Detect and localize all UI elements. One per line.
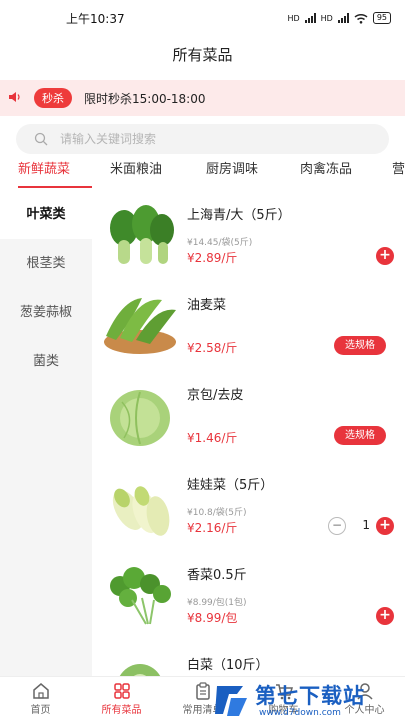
product-item[interactable]: 油麦菜 ¥2.58/斤 选规格 bbox=[92, 280, 405, 370]
search-bar[interactable] bbox=[16, 124, 389, 154]
category-tabs: 新鲜蔬菜 米面粮油 厨房调味 肉禽冻品 营 bbox=[0, 156, 405, 188]
decrease-quantity-button[interactable]: − bbox=[328, 517, 346, 535]
baby-cabbage-image bbox=[112, 486, 170, 536]
product-item[interactable]: 娃娃菜（5斤） ¥10.8/袋(5斤) ¥2.16/斤 − 1 + bbox=[92, 460, 405, 550]
product-item[interactable]: 京包/去皮 ¥1.46/斤 选规格 bbox=[92, 370, 405, 460]
status-icons: HD HD 95 bbox=[287, 12, 391, 24]
tab-all-products-label: 所有菜品 bbox=[101, 705, 142, 716]
flash-sale-tag: 秒杀 bbox=[34, 88, 72, 108]
sidebar-item-root[interactable]: 根茎类 bbox=[0, 239, 92, 288]
product-price: ¥1.46/斤 bbox=[187, 431, 238, 445]
site-logo-icon bbox=[215, 686, 247, 716]
category-tab-more[interactable]: 营 bbox=[374, 156, 405, 188]
signal-icon-2 bbox=[337, 13, 349, 23]
product-name: 京包/去皮 bbox=[187, 388, 244, 403]
product-price: ¥2.89/斤 bbox=[187, 251, 238, 265]
cabbage-image bbox=[110, 390, 170, 446]
product-name: 白菜（10斤） bbox=[187, 658, 269, 673]
product-name: 上海青/大（5斤） bbox=[187, 208, 291, 223]
sidebar-item-mushroom[interactable]: 菌类 bbox=[0, 337, 92, 386]
search-input[interactable] bbox=[60, 132, 340, 146]
tab-home-label: 首页 bbox=[30, 705, 51, 716]
product-unit-price: ¥8.99/包(1包) bbox=[187, 598, 247, 608]
add-to-cart-button[interactable]: + bbox=[376, 607, 394, 625]
product-name: 香菜0.5斤 bbox=[187, 568, 247, 583]
flash-sale-banner[interactable]: 秒杀 限时秒杀15:00-18:00 bbox=[0, 80, 405, 116]
battery-icon: 95 bbox=[372, 12, 391, 24]
category-tab-meat-frozen[interactable]: 肉禽冻品 bbox=[282, 156, 374, 188]
tab-home[interactable]: 首页 bbox=[0, 677, 81, 720]
product-price: ¥8.99/包 bbox=[187, 611, 238, 625]
flash-sale-message: 限时秒杀15:00-18:00 bbox=[84, 91, 206, 106]
product-price: ¥2.16/斤 bbox=[187, 521, 238, 535]
wifi-icon bbox=[354, 13, 368, 24]
product-name: 油麦菜 bbox=[187, 298, 227, 313]
watermark-title: 第七下载站 bbox=[255, 684, 365, 708]
status-time: 上午10:37 bbox=[66, 11, 125, 26]
product-item[interactable]: 香菜0.5斤 ¥8.99/包(1包) ¥8.99/包 + bbox=[92, 550, 405, 640]
subcategory-sidebar: 叶菜类 根茎类 葱姜蒜椒 菌类 bbox=[0, 190, 92, 676]
home-icon bbox=[32, 683, 49, 699]
quantity-value: 1 bbox=[362, 518, 370, 532]
coriander-image bbox=[110, 567, 171, 625]
product-unit-price: ¥10.8/袋(5斤) bbox=[187, 508, 247, 518]
signal-icon bbox=[304, 13, 316, 23]
bok-choy-image bbox=[110, 205, 174, 264]
product-item[interactable]: 上海青/大（5斤） ¥14.45/袋(5斤) ¥2.89/斤 + bbox=[92, 190, 405, 280]
product-list: 上海青/大（5斤） ¥14.45/袋(5斤) ¥2.89/斤 + 油麦菜 ¥2.… bbox=[92, 190, 405, 676]
tab-all-products[interactable]: 所有菜品 bbox=[81, 677, 162, 720]
category-tab-grain-oil[interactable]: 米面粮油 bbox=[92, 156, 188, 188]
watermark: 第七下载站 www.d7down.com bbox=[213, 680, 399, 720]
add-to-cart-button[interactable]: + bbox=[376, 247, 394, 265]
chinese-cabbage-image bbox=[119, 664, 161, 676]
select-spec-button[interactable]: 选规格 bbox=[334, 336, 386, 355]
category-tab-vegetables[interactable]: 新鲜蔬菜 bbox=[0, 156, 92, 188]
network-label-1: HD bbox=[287, 13, 300, 23]
status-bar: 上午10:37 HD HD 95 bbox=[0, 0, 405, 36]
search-icon bbox=[34, 132, 48, 146]
network-label-2: HD bbox=[320, 13, 333, 23]
product-price: ¥2.58/斤 bbox=[187, 341, 238, 355]
grid-icon bbox=[113, 683, 130, 699]
product-name: 娃娃菜（5斤） bbox=[187, 478, 274, 493]
product-unit-price: ¥14.45/袋(5斤) bbox=[187, 238, 253, 248]
page-title: 所有菜品 bbox=[172, 46, 233, 64]
product-item[interactable]: 白菜（10斤） bbox=[92, 640, 405, 676]
leaf-lettuce-image bbox=[104, 298, 176, 354]
increase-quantity-button[interactable]: + bbox=[376, 517, 394, 535]
category-tab-seasoning[interactable]: 厨房调味 bbox=[188, 156, 282, 188]
sidebar-item-onion-ginger-garlic[interactable]: 葱姜蒜椒 bbox=[0, 288, 92, 337]
clipboard-icon bbox=[195, 682, 210, 700]
watermark-url: www.d7down.com bbox=[259, 708, 341, 718]
speaker-icon bbox=[8, 91, 28, 106]
sidebar-item-leafy[interactable]: 叶菜类 bbox=[0, 190, 92, 239]
select-spec-button[interactable]: 选规格 bbox=[334, 426, 386, 445]
